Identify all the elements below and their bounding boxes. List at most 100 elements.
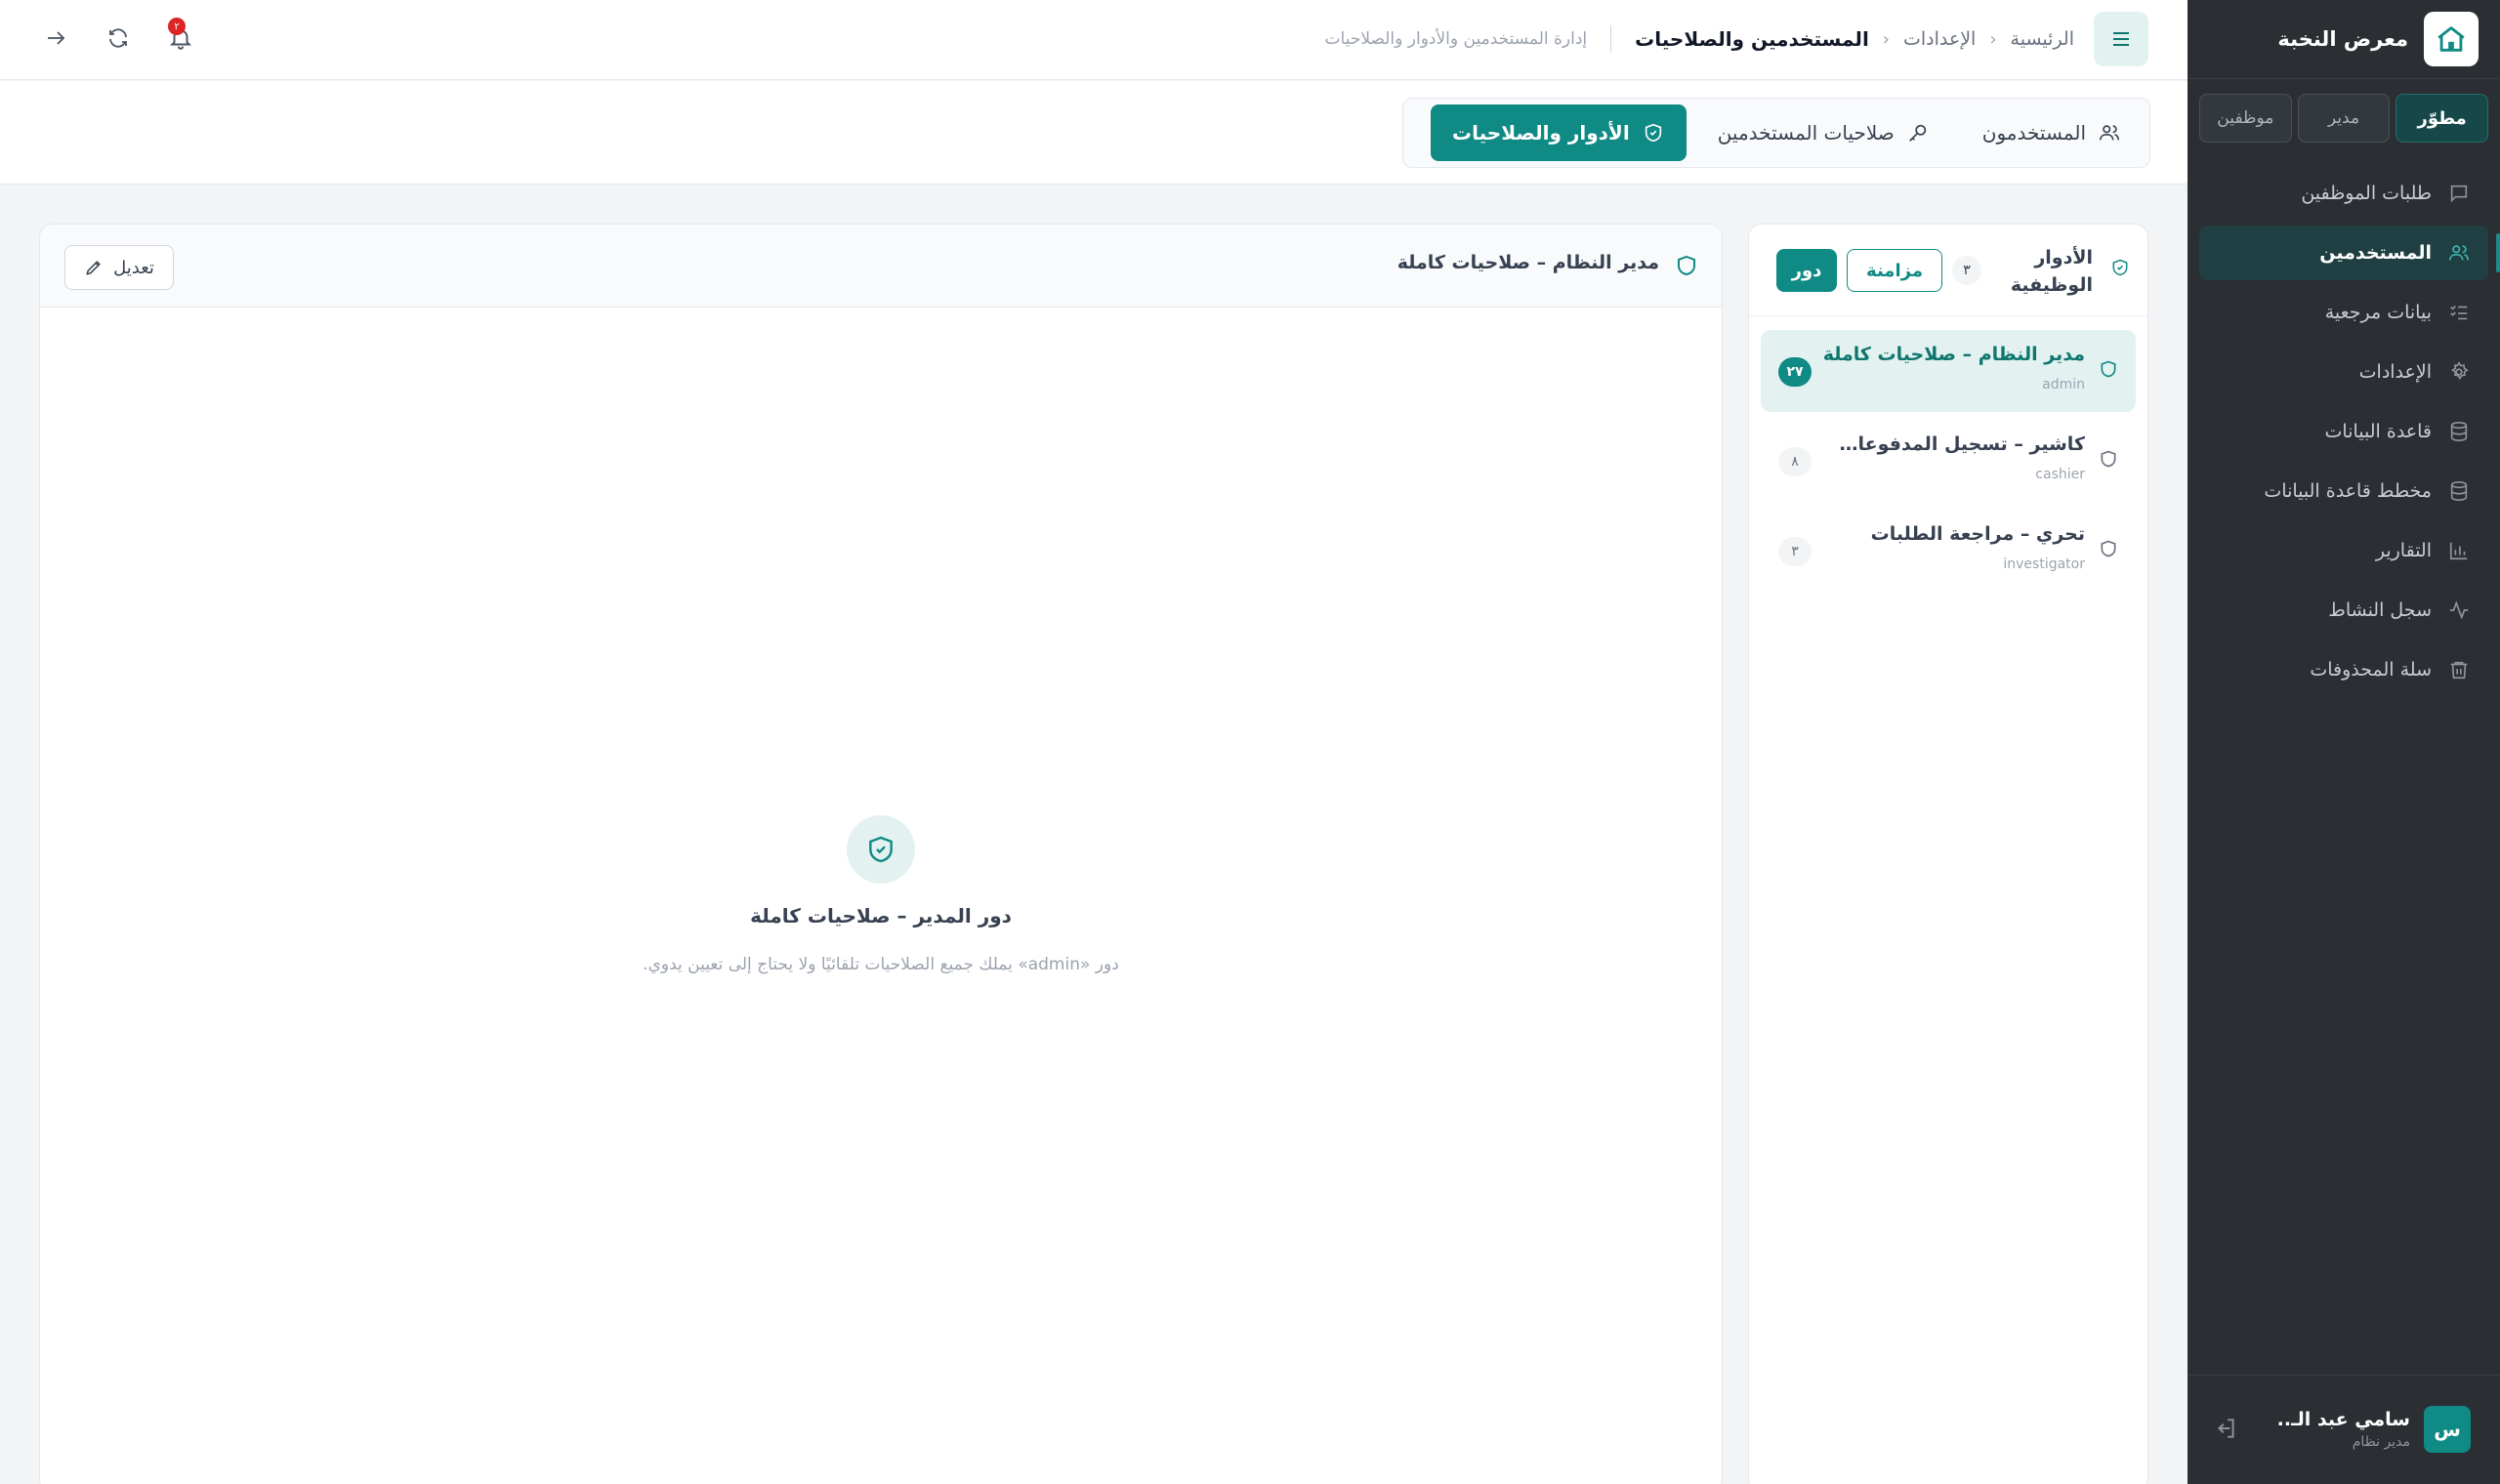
breadcrumb: الرئيسية ‹ الإعدادات ‹ المستخدمين والصلا… — [1325, 23, 2074, 55]
shield-icon — [1673, 254, 1698, 279]
mode-manager-button[interactable]: مدير — [2297, 94, 2391, 143]
sidebar-nav: طلبات الموظفين المستخدمين بيانات مرجعية … — [2199, 166, 2500, 702]
sidebar-item-database-schema[interactable]: مخطط قاعدة البيانات — [2199, 464, 2488, 518]
tab-roles-permissions[interactable]: الأدوار والصلاحيات — [1431, 104, 1687, 161]
database-schema-icon — [2447, 479, 2471, 503]
page-description: إدارة المستخدمين والأدوار والصلاحيات — [1324, 29, 1588, 49]
sidebar-item-label: سجل النشاط — [2328, 599, 2432, 621]
role-name: كاشير – تسجيل المدفوعات وا... — [1821, 433, 2085, 455]
role-detail-panel: مدير النظام – صلاحيات كاملة تعديل دور ال… — [39, 224, 1723, 1484]
roles-count-badge: ٣ — [1952, 256, 1981, 285]
tab-label: المستخدمون — [1981, 121, 2086, 144]
shield-check-icon — [2108, 258, 2130, 279]
sidebar-item-label: المستخدمين — [2319, 242, 2432, 264]
divider — [1610, 25, 1612, 53]
arrow-right-icon — [48, 31, 65, 45]
key-icon — [1906, 121, 1930, 144]
sidebar-item-trash[interactable]: سلة المحذوفات — [2199, 642, 2488, 697]
user-profile[interactable]: س سامي عبد الـ.. مدير نظام — [2277, 1406, 2471, 1453]
back-button[interactable] — [39, 21, 72, 55]
sidebar-item-label: التقارير — [2375, 540, 2432, 561]
role-item-admin[interactable]: مدير النظام – صلاحيات كاملة admin ٢٧ — [1761, 330, 2136, 412]
role-detail-title: مدير النظام – صلاحيات كاملة — [1396, 252, 1659, 273]
sidebar-item-label: قاعدة البيانات — [2324, 421, 2432, 442]
menu-icon — [2113, 32, 2129, 46]
sidebar-item-label: طلبات الموظفين — [2301, 183, 2432, 204]
roles-panel-title: الأدوار الوظيفية — [2010, 247, 2093, 296]
user-name: سامي عبد الـ.. — [2276, 1409, 2410, 1430]
list-checks-icon — [2447, 301, 2471, 324]
refresh-button[interactable] — [102, 21, 135, 55]
notification-count-badge: ٢ — [168, 18, 186, 35]
sidebar-item-reports[interactable]: التقارير — [2199, 523, 2488, 578]
message-square-icon — [2447, 182, 2471, 205]
sidebar-item-database[interactable]: قاعدة البيانات — [2199, 404, 2488, 459]
sidebar-item-label: مخطط قاعدة البيانات — [2264, 480, 2432, 502]
chevron-left-icon: ‹ — [1989, 28, 1997, 50]
role-detail-header: مدير النظام – صلاحيات كاملة تعديل — [40, 225, 1722, 308]
avatar: س — [2424, 1406, 2471, 1453]
divider — [2188, 1375, 2500, 1376]
role-name: مدير النظام – صلاحيات كاملة — [1822, 344, 2085, 365]
chevron-left-icon: ‹ — [1882, 28, 1890, 50]
page-title: المستخدمين والصلاحيات — [1635, 27, 1869, 51]
breadcrumb-settings-link[interactable]: الإعدادات — [1903, 28, 1976, 50]
tab-user-permissions[interactable]: صلاحيات المستخدمين — [1696, 104, 1951, 161]
role-key: investigator — [2003, 556, 2085, 572]
home-logo-icon — [2424, 12, 2479, 66]
tabs: المستخدمون صلاحيات المستخدمين الأدوار وا… — [1402, 98, 2150, 168]
user-role: مدير نظام — [2352, 1434, 2410, 1450]
edit-label: تعديل — [113, 257, 154, 278]
role-name: تحري – مراجعة الطلبات — [1870, 523, 2085, 545]
menu-toggle-button[interactable] — [2094, 12, 2148, 66]
tab-label: الأدوار والصلاحيات — [1452, 121, 1630, 144]
roles-panel-header: الأدوار الوظيفية ٣ مزامنة دور — [1749, 225, 2147, 316]
role-item-investigator[interactable]: تحري – مراجعة الطلبات investigator ٣ — [1761, 510, 2136, 592]
sidebar-item-label: سلة المحذوفات — [2310, 659, 2432, 680]
top-bar: الرئيسية ‹ الإعدادات ‹ المستخدمين والصلا… — [0, 0, 2188, 80]
tab-label: صلاحيات المستخدمين — [1717, 121, 1895, 144]
mode-switch: مطوّر مدير موظفين — [2198, 94, 2488, 143]
sidebar-item-label: الإعدادات — [2358, 361, 2432, 383]
role-key: cashier — [2035, 467, 2085, 482]
sidebar: معرض النخبة مطوّر مدير موظفين طلبات المو… — [2188, 0, 2500, 1484]
sidebar-item-settings[interactable]: الإعدادات — [2199, 345, 2488, 399]
role-item-cashier[interactable]: كاشير – تسجيل المدفوعات وا... cashier ٨ — [1761, 420, 2136, 502]
add-role-button[interactable]: دور — [1776, 249, 1837, 292]
shield-icon — [2097, 539, 2118, 560]
shield-icon — [2097, 449, 2118, 471]
database-icon — [2447, 420, 2471, 443]
shield-check-icon — [847, 815, 915, 884]
sidebar-item-activity-log[interactable]: سجل النشاط — [2199, 583, 2488, 638]
sync-button[interactable]: مزامنة — [1847, 249, 1942, 292]
brand[interactable]: معرض النخبة — [2277, 12, 2479, 66]
empty-state-description: دور «admin» يملك جميع الصلاحيات تلقائيًا… — [643, 955, 1119, 974]
gear-icon — [2447, 360, 2471, 384]
edit-role-button[interactable]: تعديل — [64, 245, 174, 290]
mode-developer-button[interactable]: مطوّر — [2396, 94, 2488, 143]
users-icon — [2447, 241, 2471, 265]
bar-chart-icon — [2447, 539, 2471, 562]
sidebar-item-label: بيانات مرجعية — [2324, 302, 2432, 323]
breadcrumb-home-link[interactable]: الرئيسية — [2011, 28, 2074, 50]
tab-bar: المستخدمون صلاحيات المستخدمين الأدوار وا… — [0, 81, 2188, 185]
sidebar-item-reference-data[interactable]: بيانات مرجعية — [2199, 285, 2488, 340]
top-actions: ٢ — [39, 18, 197, 55]
app-name: معرض النخبة — [2277, 27, 2408, 51]
roles-panel: الأدوار الوظيفية ٣ مزامنة دور مدير النظا… — [1748, 224, 2148, 1484]
sidebar-item-users[interactable]: المستخدمين — [2199, 226, 2500, 280]
empty-state-title: دور المدير – صلاحيات كاملة — [750, 904, 1012, 928]
role-permission-count: ٨ — [1778, 447, 1812, 476]
role-permission-count: ٣ — [1778, 537, 1812, 566]
shield-icon — [2097, 359, 2118, 381]
trash-icon — [2447, 658, 2471, 681]
role-permission-count: ٢٧ — [1778, 357, 1812, 387]
tab-users[interactable]: المستخدمون — [1961, 104, 2143, 161]
role-key: admin — [2042, 377, 2085, 392]
logout-icon[interactable] — [2211, 1416, 2238, 1443]
sidebar-item-employee-requests[interactable]: طلبات الموظفين — [2199, 166, 2488, 221]
mode-employees-button[interactable]: موظفين — [2198, 94, 2292, 143]
pencil-icon — [86, 261, 102, 275]
refresh-icon — [109, 28, 127, 48]
notifications-button[interactable]: ٢ — [164, 18, 197, 55]
